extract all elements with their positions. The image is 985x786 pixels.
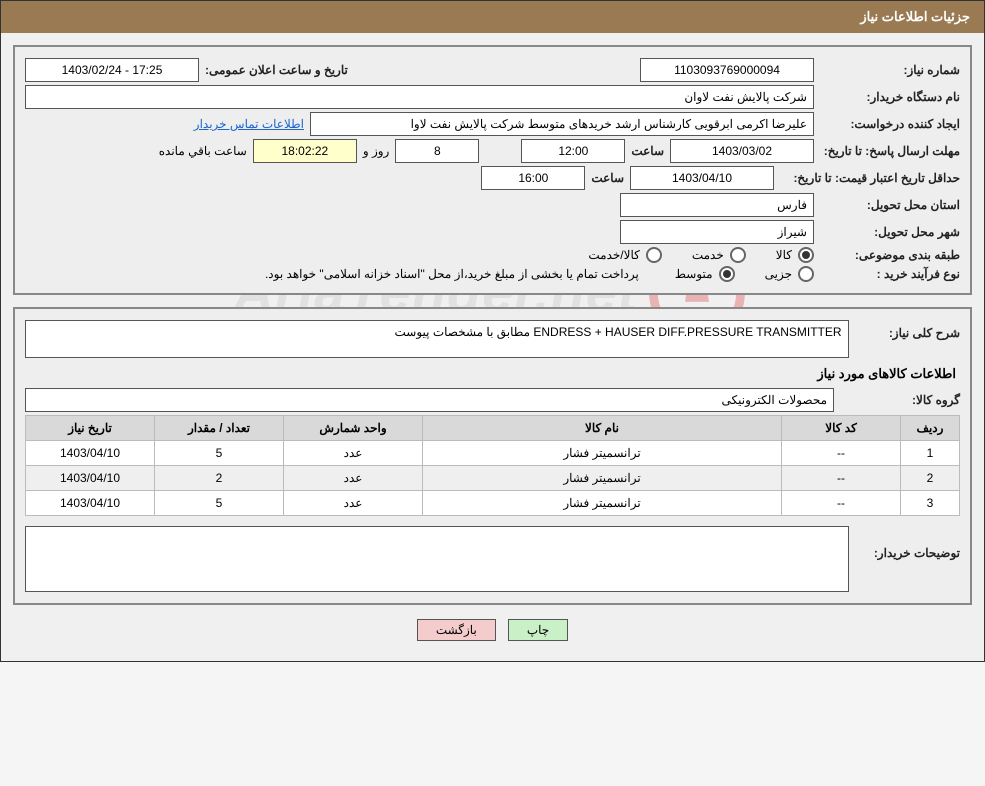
city-value: شیراز	[620, 220, 814, 244]
label-goods-group: گروه کالا:	[840, 393, 960, 407]
table-row: 1 -- ترانسمیتر فشار عدد 5 1403/04/10	[26, 441, 960, 466]
label-answer-deadline: مهلت ارسال پاسخ: تا تاریخ:	[820, 144, 960, 158]
announce-date-value: 1403/02/24 - 17:25	[25, 58, 199, 82]
label-goods: کالا	[776, 248, 792, 262]
label-medium: متوسط	[675, 267, 713, 281]
label-subject-class: طبقه بندی موضوعی:	[820, 248, 960, 262]
th-name: نام کالا	[423, 416, 782, 441]
time-left-value: 18:02:22	[253, 139, 357, 163]
back-button[interactable]: بازگشت	[417, 619, 496, 641]
buyer-contact-link[interactable]: اطلاعات تماس خریدار	[194, 117, 304, 131]
need-no-value: 1103093769000094	[640, 58, 814, 82]
price-valid-date-value: 1403/04/10	[630, 166, 774, 190]
label-hour-1: ساعت	[631, 144, 664, 158]
answer-time-value: 12:00	[521, 139, 625, 163]
th-row: ردیف	[901, 416, 960, 441]
province-value: فارس	[620, 193, 814, 217]
label-province: استان محل تحویل:	[820, 198, 960, 212]
label-goods-service: کالا/خدمت	[588, 248, 639, 262]
label-purchase-type: نوع فرآیند خرید :	[820, 267, 960, 281]
button-row: چاپ بازگشت	[1, 619, 984, 641]
label-announce-date: تاریخ و ساعت اعلان عمومی:	[205, 63, 348, 77]
label-partial: جزیی	[765, 267, 792, 281]
radio-goods-service[interactable]	[646, 247, 662, 263]
th-unit: واحد شمارش	[284, 416, 423, 441]
label-remaining: ساعت باقي مانده	[159, 144, 247, 158]
table-row: 2 -- ترانسمیتر فشار عدد 2 1403/04/10	[26, 466, 960, 491]
label-need-no: شماره نیاز:	[820, 63, 960, 77]
days-left-value: 8	[395, 139, 479, 163]
need-desc-textarea	[25, 320, 849, 358]
items-table: ردیف کد کالا نام کالا واحد شمارش تعداد /…	[25, 415, 960, 516]
print-button[interactable]: چاپ	[508, 619, 568, 641]
page-title: جزئیات اطلاعات نیاز	[860, 9, 970, 24]
payment-note: پرداخت تمام یا بخشی از مبلغ خرید،از محل …	[265, 267, 639, 281]
th-qty: تعداد / مقدار	[155, 416, 284, 441]
page-title-bar: جزئیات اطلاعات نیاز	[1, 1, 984, 33]
th-date: تاریخ نیاز	[26, 416, 155, 441]
radio-service[interactable]	[730, 247, 746, 263]
label-city: شهر محل تحویل:	[820, 225, 960, 239]
answer-date-value: 1403/03/02	[670, 139, 814, 163]
label-hour-2: ساعت	[591, 171, 624, 185]
radio-goods[interactable]	[798, 247, 814, 263]
label-requester: ایجاد کننده درخواست:	[820, 117, 960, 131]
items-section: شرح کلی نیاز: اطلاعات کالاهای مورد نیاز …	[13, 307, 972, 605]
table-row: 3 -- ترانسمیتر فشار عدد 5 1403/04/10	[26, 491, 960, 516]
label-buyer-org: نام دستگاه خریدار:	[820, 90, 960, 104]
th-code: کد کالا	[782, 416, 901, 441]
buyer-notes-textarea	[25, 526, 849, 592]
price-valid-time-value: 16:00	[481, 166, 585, 190]
label-buyer-notes: توضیحات خریدار:	[855, 526, 960, 560]
radio-partial[interactable]	[798, 266, 814, 282]
radio-medium[interactable]	[719, 266, 735, 282]
requester-value: علیرضا اکرمی ابرقویی کارشناس ارشد خریدها…	[310, 112, 814, 136]
buyer-org-value: شرکت پالایش نفت لاوان	[25, 85, 814, 109]
items-title: اطلاعات کالاهای مورد نیاز	[29, 366, 956, 382]
label-days-and: روز و	[363, 144, 390, 158]
goods-group-value: محصولات الکترونیکی	[25, 388, 834, 412]
label-need-desc: شرح کلی نیاز:	[855, 320, 960, 340]
label-service: خدمت	[692, 248, 724, 262]
need-info-section: شماره نیاز: 1103093769000094 تاریخ و ساع…	[13, 45, 972, 295]
label-price-validity: حداقل تاریخ اعتبار قیمت: تا تاریخ:	[780, 171, 960, 185]
